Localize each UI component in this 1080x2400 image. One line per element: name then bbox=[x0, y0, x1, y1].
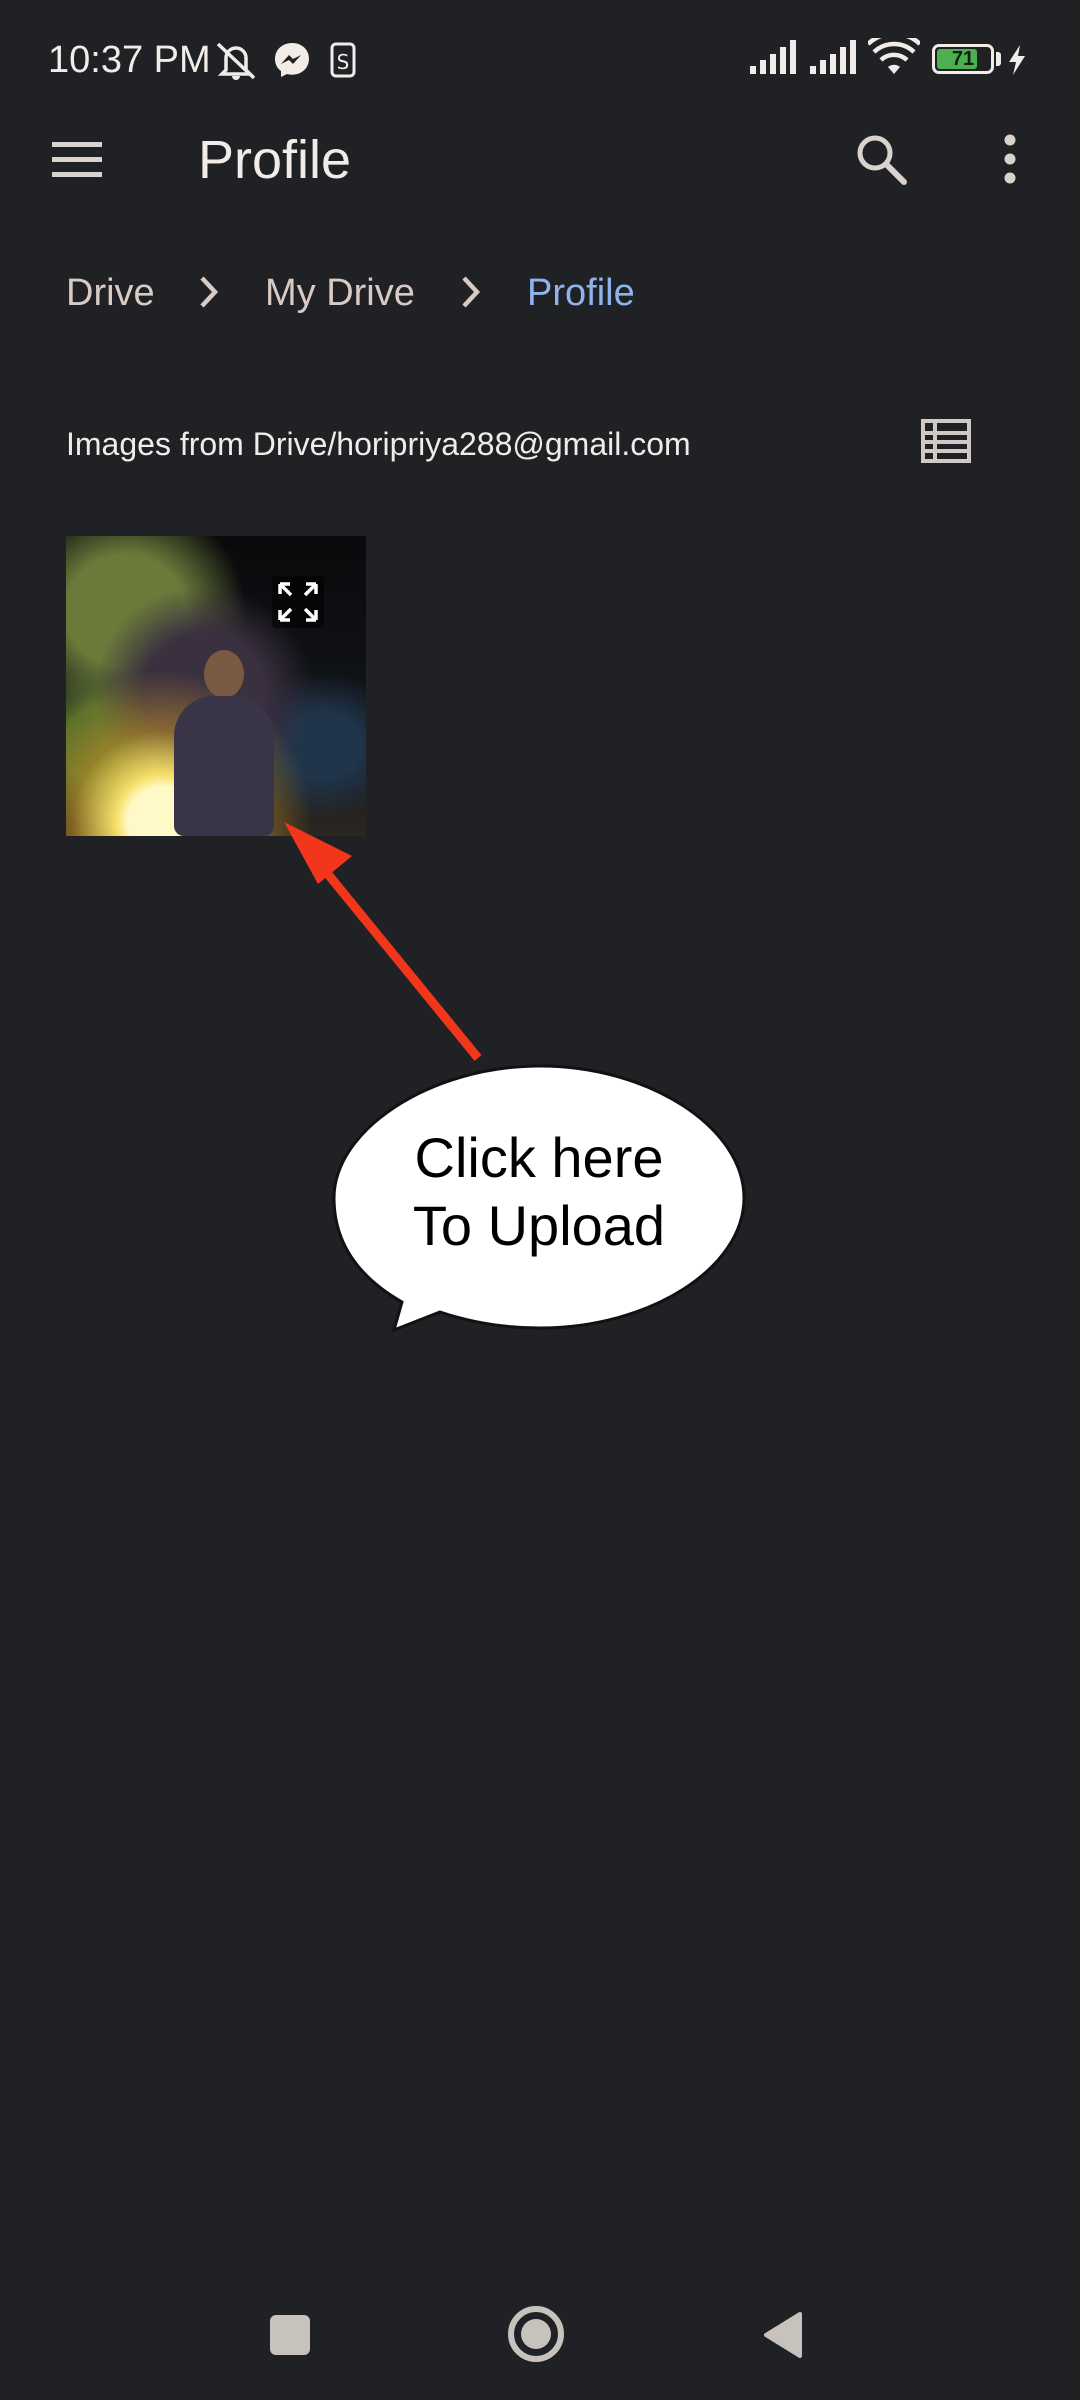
back-icon[interactable] bbox=[760, 2310, 806, 2360]
home-icon-center bbox=[521, 2319, 551, 2349]
arrow-head bbox=[284, 822, 352, 884]
callout-line-1: Click here bbox=[414, 1126, 664, 1189]
arrow-shaft bbox=[314, 859, 482, 1061]
callout-line-2: To Upload bbox=[412, 1194, 666, 1257]
callout-text: Click here To Upload bbox=[364, 1124, 714, 1260]
recents-icon[interactable] bbox=[270, 2315, 310, 2355]
